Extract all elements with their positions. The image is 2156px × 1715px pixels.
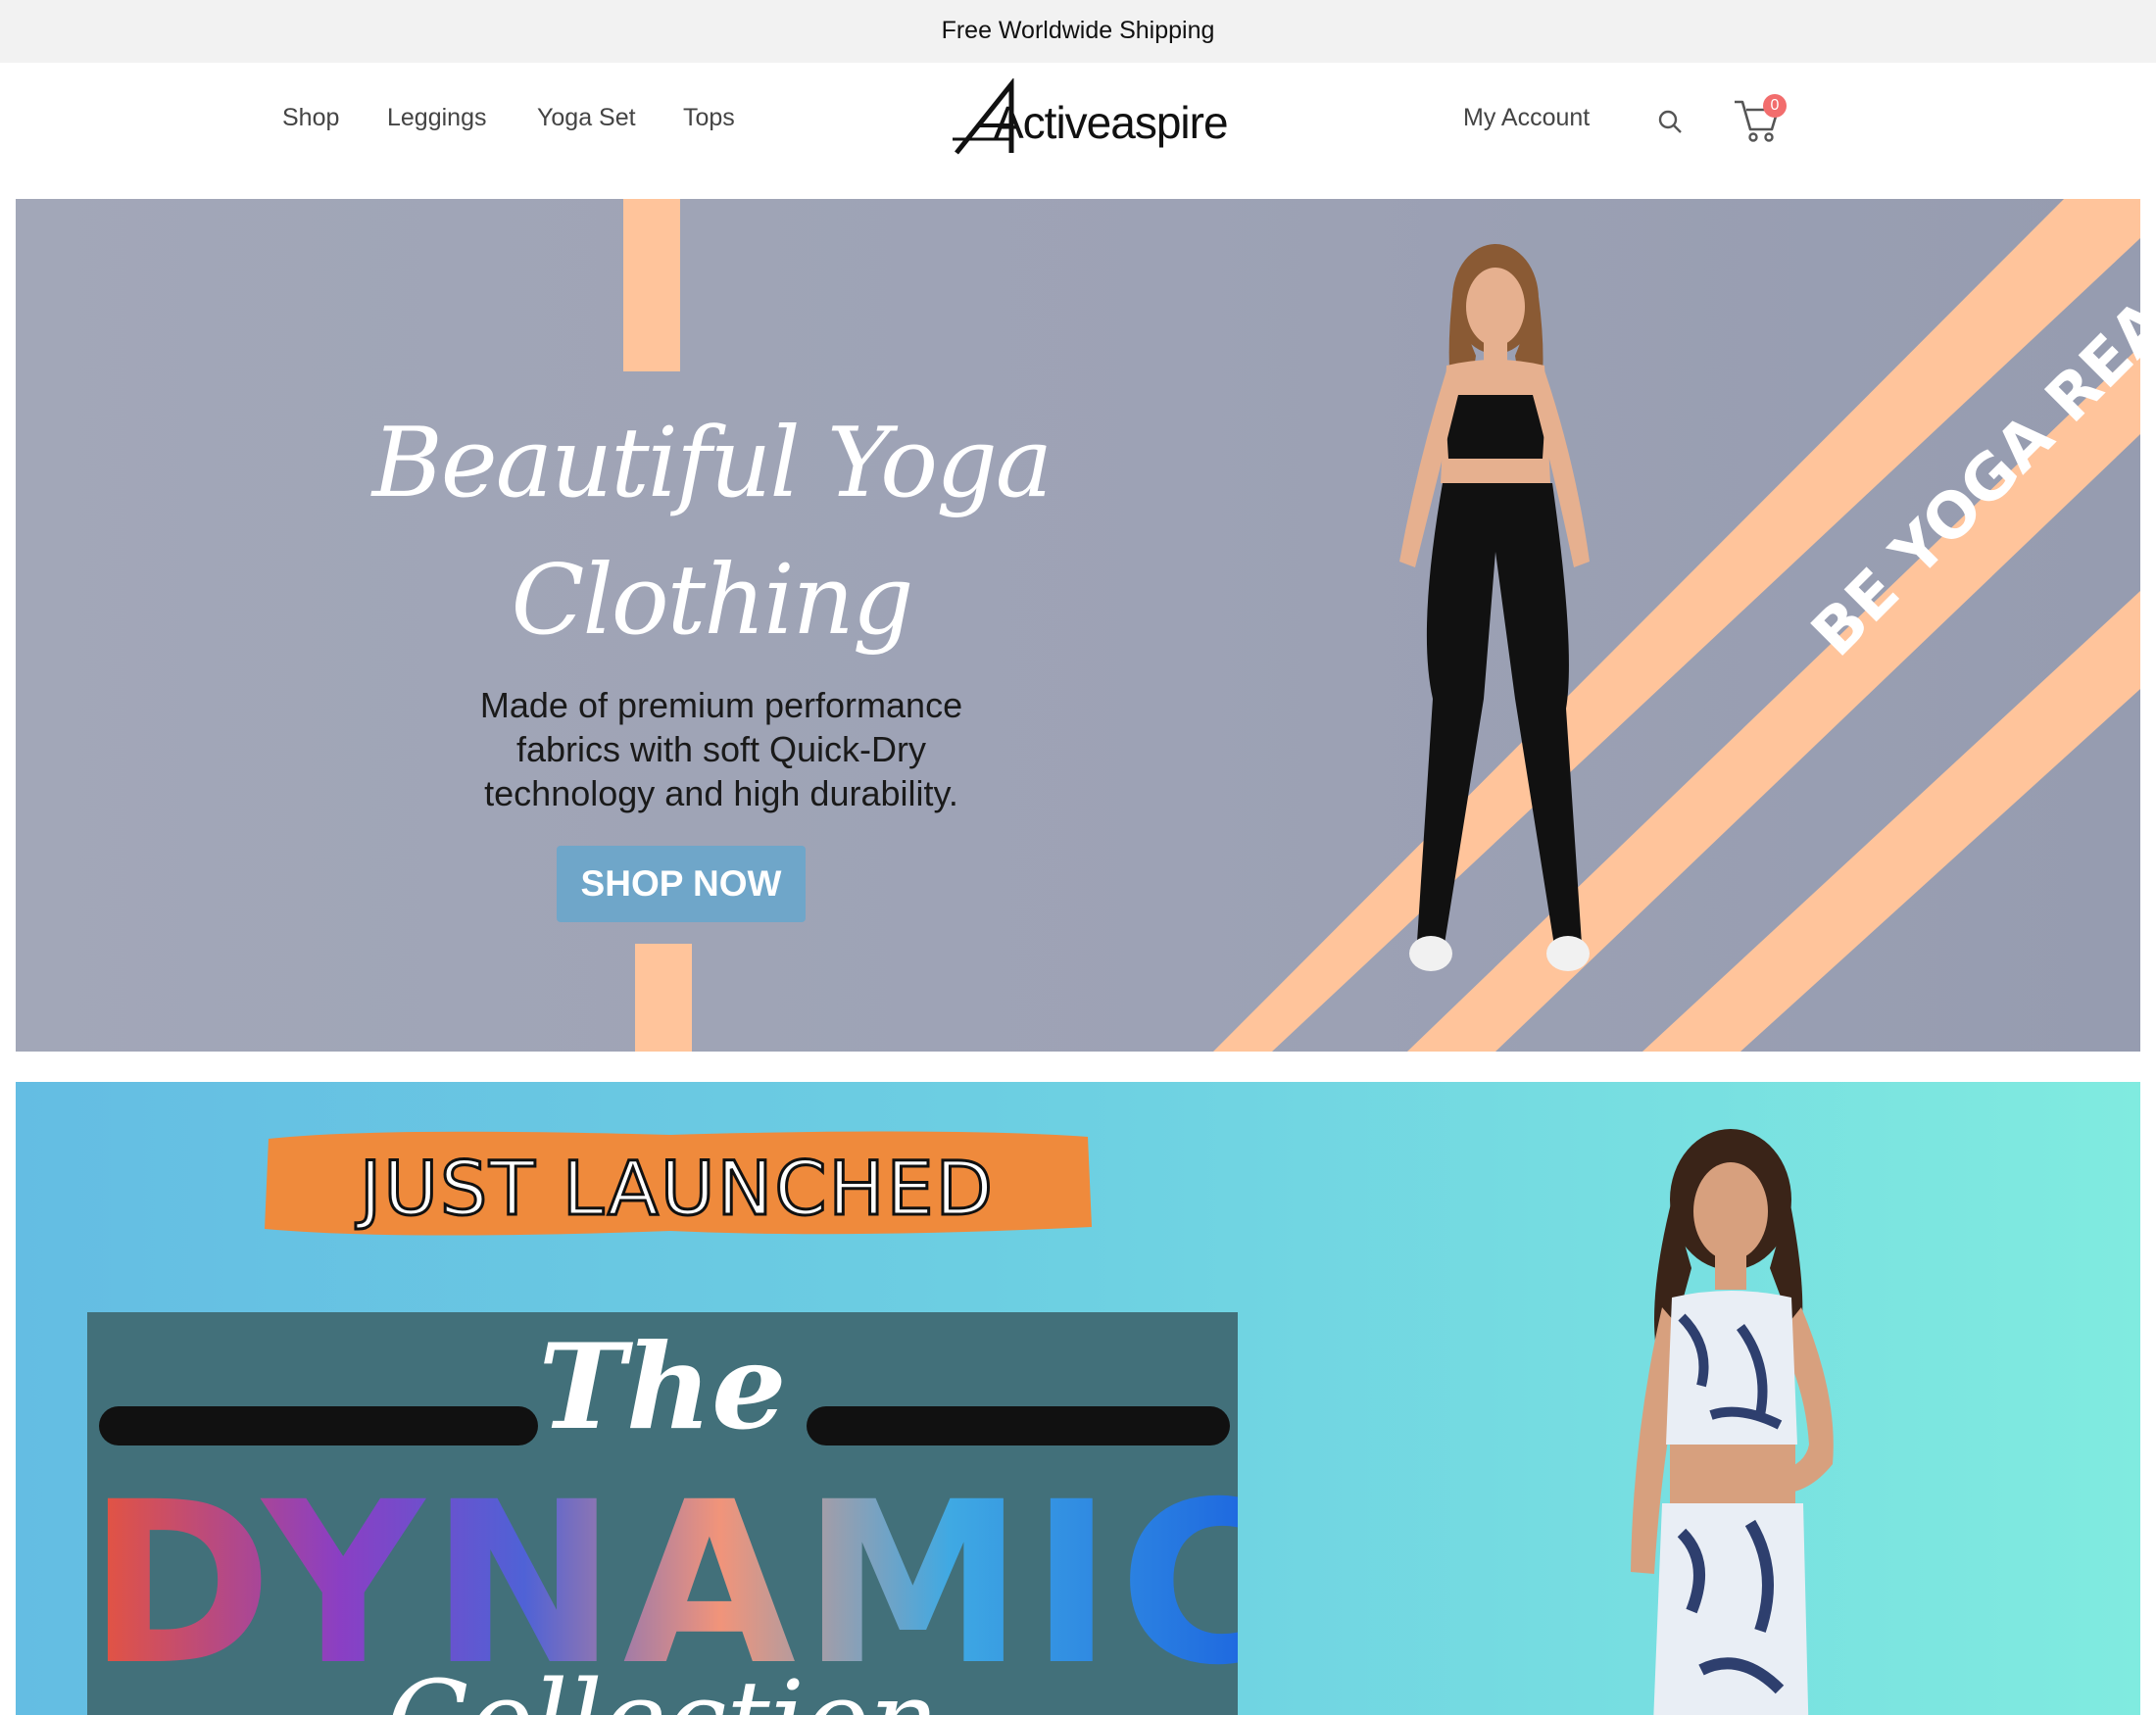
search-button[interactable] <box>1656 106 1686 139</box>
collection-the-text: The <box>538 1318 787 1456</box>
promo-model-image <box>1631 1129 1834 1715</box>
hero-model-image <box>1399 244 1590 971</box>
collection-title-box: The DYNAMIC Collection <box>87 1312 1238 1715</box>
brand-logo[interactable]: Activeaspire <box>953 76 1229 163</box>
just-launched-label: JUST LAUNCHED <box>358 1144 996 1234</box>
main-nav: Shop Leggings Yoga Set Tops Activeaspire… <box>0 63 2156 198</box>
hero-desc-line1: Made of premium performance <box>479 685 963 725</box>
hero-banner[interactable]: BE YOGA READY Beautiful Yoga Clothing Ma… <box>16 199 2140 1052</box>
announcement-text: Free Worldwide Shipping <box>941 17 1215 44</box>
promo-banner[interactable]: JUST LAUNCHED The DYNAMIC Collection <box>16 1082 2140 1715</box>
shop-now-button[interactable]: SHOP NOW <box>557 846 806 922</box>
hero-desc-line3: technology and high durability. <box>484 773 958 813</box>
hero-title: Beautiful Yoga Clothing <box>310 395 1113 669</box>
nav-link-leggings[interactable]: Leggings <box>387 104 486 132</box>
search-icon <box>1658 110 1682 133</box>
announcement-bar: Free Worldwide Shipping <box>0 0 2156 63</box>
collection-word-text: Collection <box>87 1657 1238 1715</box>
hero-title-line1: Beautiful Yoga <box>371 408 1054 519</box>
brand-logo-text: Activeaspire <box>994 97 1229 148</box>
nav-link-tops[interactable]: Tops <box>683 104 735 132</box>
cart-count-badge: 0 <box>1763 94 1787 118</box>
my-account-link[interactable]: My Account <box>1463 104 1590 132</box>
nav-link-yoga-set[interactable]: Yoga Set <box>537 104 636 132</box>
hero-desc-line2: fabrics with soft Quick-Dry <box>515 729 927 769</box>
nav-link-shop[interactable]: Shop <box>282 104 339 132</box>
hero-description: Made of premium performance fabrics with… <box>398 683 1045 815</box>
hero-title-line2: Clothing <box>511 545 913 657</box>
